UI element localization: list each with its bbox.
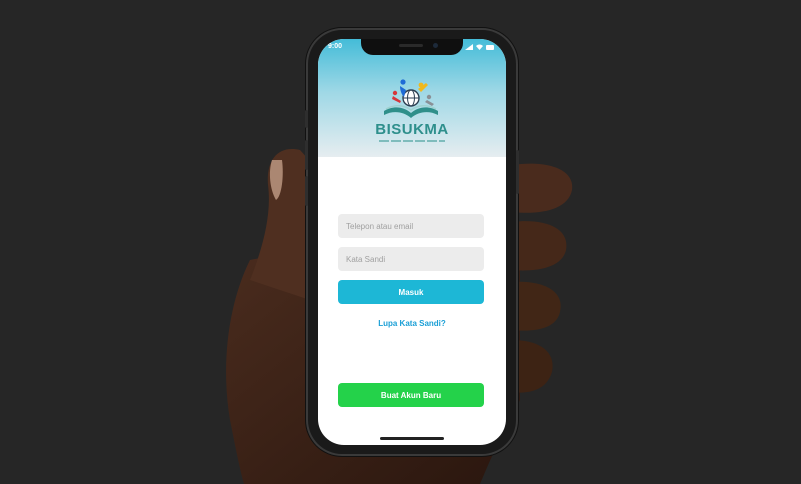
password-input[interactable] <box>338 247 484 271</box>
home-indicator[interactable] <box>380 437 444 440</box>
create-account-button[interactable]: Buat Akun Baru <box>338 383 484 407</box>
brand-tagline-graphic <box>379 140 445 142</box>
battery-icon <box>486 44 494 50</box>
app-screen: 9:00 BISUKMA Telepon atau email Masuk Lu… <box>318 39 506 445</box>
volume-down-button <box>305 176 308 206</box>
login-button-label: Masuk <box>398 287 424 297</box>
speaker-grille <box>399 44 423 47</box>
notch <box>361 39 463 55</box>
login-button[interactable]: Masuk <box>338 280 484 304</box>
status-icons <box>465 44 494 50</box>
forgot-password-link[interactable]: Lupa Kata Sandi? <box>318 319 506 328</box>
status-time: 9:00 <box>328 43 343 50</box>
brand-name: BISUKMA <box>375 121 449 138</box>
bisukma-logo-icon <box>384 79 438 118</box>
phone-or-email-input[interactable] <box>338 214 484 238</box>
phone-frame: 9:00 BISUKMA Telepon atau email Masuk Lu… <box>305 30 519 454</box>
create-account-label: Buat Akun Baru <box>380 390 442 400</box>
signal-icon <box>465 44 473 50</box>
wifi-icon <box>476 44 483 50</box>
side-button <box>305 110 308 128</box>
volume-up-button <box>305 140 308 170</box>
front-camera <box>433 43 438 48</box>
power-button <box>516 150 519 194</box>
